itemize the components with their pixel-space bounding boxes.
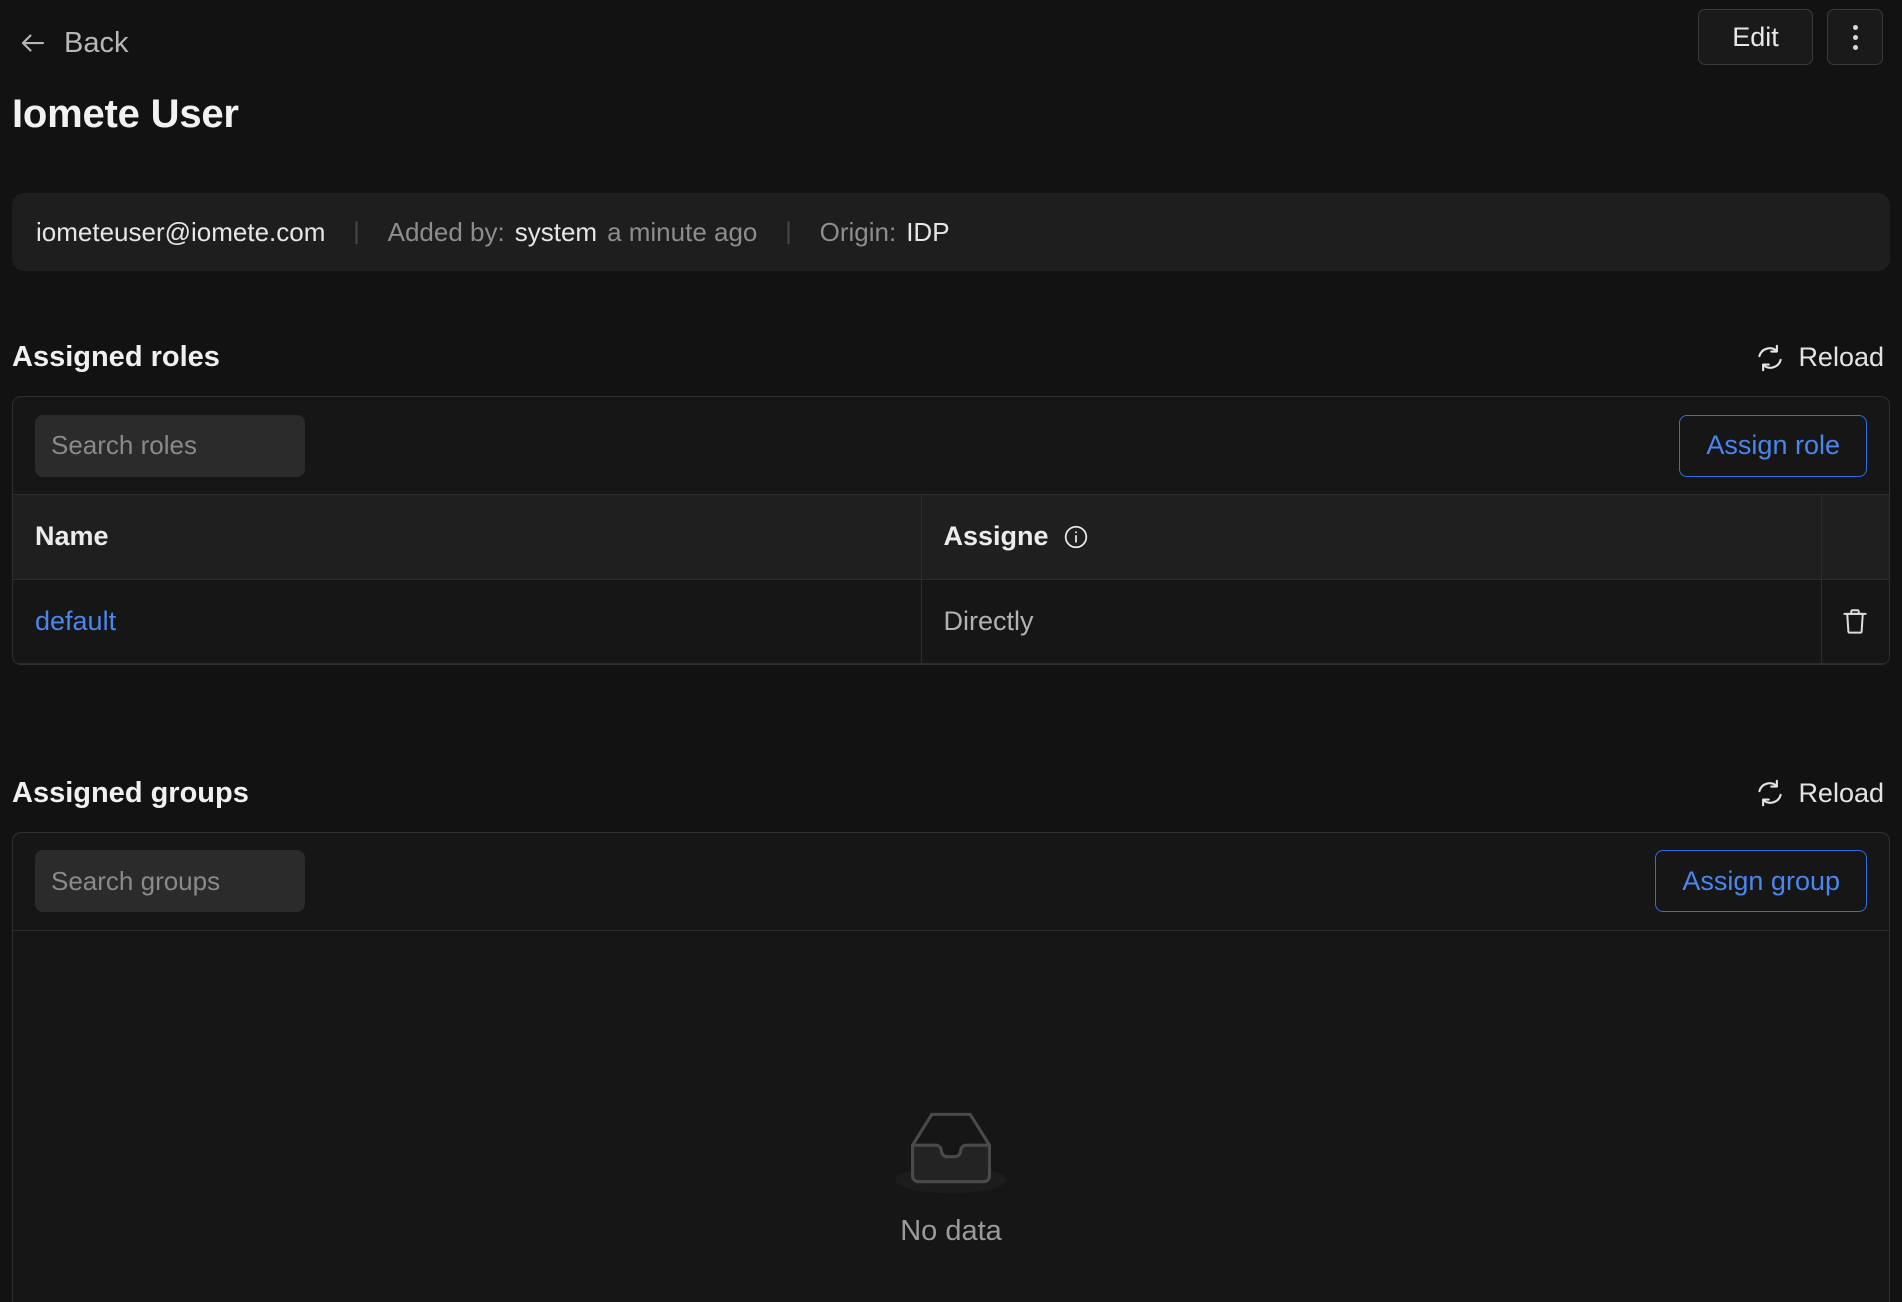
empty-state-label: No data <box>900 1214 1002 1247</box>
roles-table-body: default Directly <box>13 579 1889 664</box>
info-separator-1: | <box>353 218 360 245</box>
reload-roles-button[interactable]: Reload <box>1755 342 1890 373</box>
added-by-value: system <box>514 216 598 247</box>
reload-roles-label: Reload <box>1798 342 1884 372</box>
assigned-roles-table: Name Assigne default Directly <box>13 495 1889 664</box>
assign-group-button[interactable]: Assign group <box>1655 850 1867 912</box>
user-info-bar: iometeuser@iomete.com | Added by: system… <box>12 193 1890 271</box>
cell-role-assigne: Directly <box>921 579 1822 664</box>
roles-table-head: Name Assigne <box>13 495 1889 580</box>
origin-value: IDP <box>906 216 950 247</box>
role-link-default[interactable]: default <box>35 606 116 636</box>
assigned-groups-title: Assigned groups <box>12 776 249 809</box>
roles-toolbar: Assign role <box>13 397 1889 495</box>
top-bar: Back Edit <box>12 0 1890 86</box>
column-header-actions <box>1821 495 1889 580</box>
column-header-name-label: Name <box>35 521 109 552</box>
more-vertical-icon <box>1852 24 1858 50</box>
info-circle-icon[interactable] <box>1063 524 1089 550</box>
page-title: Iomete User <box>12 92 239 136</box>
arrow-left-icon <box>21 34 45 52</box>
edit-button[interactable]: Edit <box>1698 9 1813 65</box>
search-groups-input[interactable] <box>35 850 305 912</box>
assigned-roles-card: Assign role Name Assigne <box>12 396 1890 665</box>
back-label: Back <box>64 26 129 59</box>
reload-groups-button[interactable]: Reload <box>1755 778 1890 809</box>
table-row: default Directly <box>13 579 1889 664</box>
empty-inbox-icon <box>895 1112 1007 1193</box>
roles-header-row: Name Assigne <box>13 495 1889 580</box>
more-options-button[interactable] <box>1827 9 1883 65</box>
search-roles-input[interactable] <box>35 414 305 477</box>
trash-icon[interactable] <box>1840 605 1870 637</box>
cell-role-name: default <box>13 579 922 664</box>
user-email: iometeuser@iomete.com <box>36 216 326 247</box>
user-detail-page: Back Edit Iomete User iometeuser@iomete.… <box>0 0 1902 1302</box>
groups-empty-state: No data <box>13 931 1889 1302</box>
assign-role-button[interactable]: Assign role <box>1679 414 1867 477</box>
refresh-icon <box>1758 344 1783 371</box>
origin-label: Origin: <box>819 216 897 247</box>
column-header-assigne-label: Assigne <box>943 521 1049 552</box>
added-by-label: Added by: <box>387 216 505 247</box>
cell-role-actions <box>1821 579 1889 664</box>
assigned-groups-card: Assign group No data <box>12 831 1890 1302</box>
back-button[interactable]: Back <box>12 27 128 60</box>
info-separator-2: | <box>785 218 792 245</box>
assigned-roles-header: Assigned roles Reload <box>12 341 1890 374</box>
top-actions: Edit <box>1698 9 1883 65</box>
refresh-icon <box>1758 779 1783 807</box>
reload-groups-label: Reload <box>1798 777 1884 808</box>
column-header-assigne: Assigne <box>921 495 1822 580</box>
added-by-time: a minute ago <box>607 216 758 247</box>
column-header-name: Name <box>13 495 922 580</box>
groups-toolbar: Assign group <box>13 833 1889 931</box>
assigned-groups-header: Assigned groups Reload <box>12 777 1890 810</box>
assigned-roles-title: Assigned roles <box>12 341 220 373</box>
